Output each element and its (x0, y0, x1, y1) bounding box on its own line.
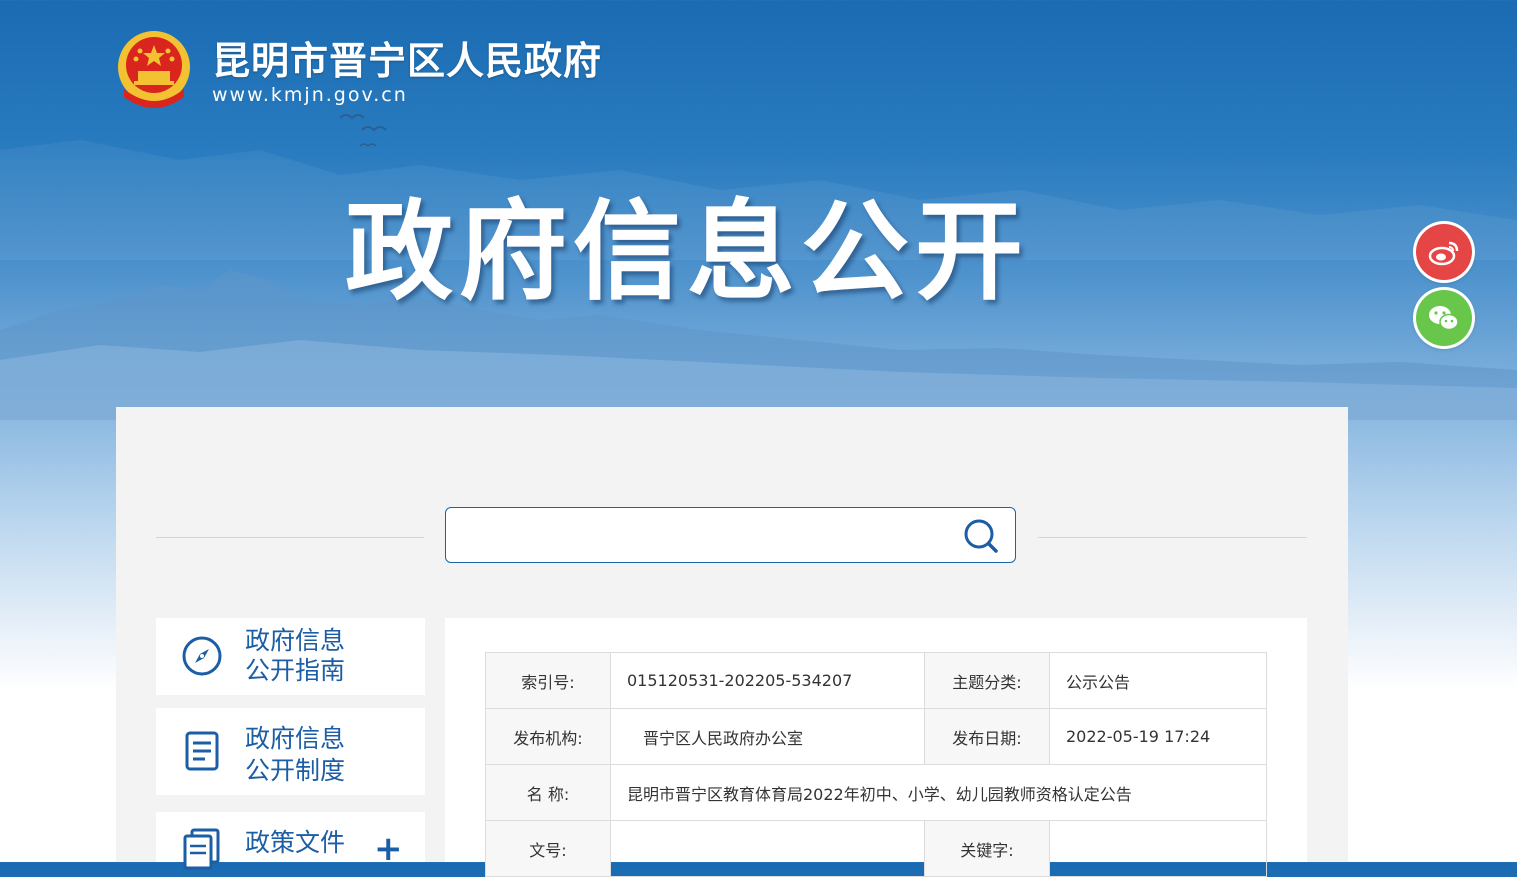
expand-button[interactable]: + (374, 832, 403, 866)
publisher-label: 发布机构: (485, 708, 611, 765)
table-row: 索引号: 015120531-202205-534207 主题分类: 公示公告 (485, 652, 1267, 709)
sidebar-item-label: 公开制度 (245, 756, 346, 785)
index-label: 索引号: (485, 652, 611, 709)
emblem-logo (118, 31, 190, 108)
weibo-icon (1428, 241, 1459, 266)
weibo-share-button[interactable] (1416, 224, 1472, 280)
keyword-label: 关键字: (924, 820, 1050, 877)
table-row: 名 称: 昆明市晋宁区教育体育局2022年初中、小学、幼儿园教师资格认定公告 (485, 764, 1267, 821)
name-value: 昆明市晋宁区教育体育局2022年初中、小学、幼儿园教师资格认定公告 (610, 764, 1267, 821)
date-value: 2022-05-19 17:24 (1049, 708, 1267, 765)
content-area: 索引号: 015120531-202205-534207 主题分类: 公示公告 … (445, 618, 1307, 877)
search-button[interactable] (961, 516, 1001, 556)
main-panel: 政府信息 公开指南 政府信息 公开制度 政策文件 + 索引号: 01512053… (116, 407, 1348, 877)
wechat-icon (1429, 306, 1459, 331)
topic-value: 公示公告 (1049, 652, 1267, 709)
divider-left (156, 537, 424, 538)
topic-label: 主题分类: (924, 652, 1050, 709)
publisher-value: 晋宁区人民政府办公室 (610, 708, 925, 765)
sidebar-item-label: 公开指南 (245, 656, 346, 685)
site-title: 昆明市晋宁区人民政府 (212, 39, 603, 83)
docno-value (610, 820, 925, 877)
docno-label: 文号: (485, 820, 611, 877)
search-input[interactable] (458, 516, 942, 556)
index-value: 015120531-202205-534207 (610, 652, 925, 709)
sidebar-item-label: 政府信息 (245, 724, 346, 753)
compass-icon (182, 636, 222, 676)
sidebar-item-system[interactable]: 政府信息 公开制度 (156, 708, 425, 795)
name-label: 名 称: (485, 764, 611, 821)
wechat-share-button[interactable] (1416, 290, 1472, 346)
sidebar-item-guide[interactable]: 政府信息 公开指南 (156, 618, 425, 695)
search-icon (964, 519, 998, 553)
page-title: 政府信息公开 (345, 190, 1030, 315)
divider-right (1038, 537, 1307, 538)
search-box (445, 507, 1016, 563)
files-icon (183, 828, 220, 870)
document-list-icon (185, 731, 219, 771)
table-row: 文号: 关键字: (485, 820, 1267, 877)
date-label: 发布日期: (924, 708, 1050, 765)
sidebar-item-label: 政策文件 (245, 828, 346, 857)
birds-decoration (339, 114, 387, 148)
table-row: 发布机构: 晋宁区人民政府办公室 发布日期: 2022-05-19 17:24 (485, 708, 1267, 765)
keyword-value (1049, 820, 1267, 877)
sidebar-item-policy[interactable]: 政策文件 + (156, 812, 425, 870)
sidebar-item-label: 政府信息 (245, 626, 346, 655)
meta-table: 索引号: 015120531-202205-534207 主题分类: 公示公告 … (485, 652, 1267, 877)
